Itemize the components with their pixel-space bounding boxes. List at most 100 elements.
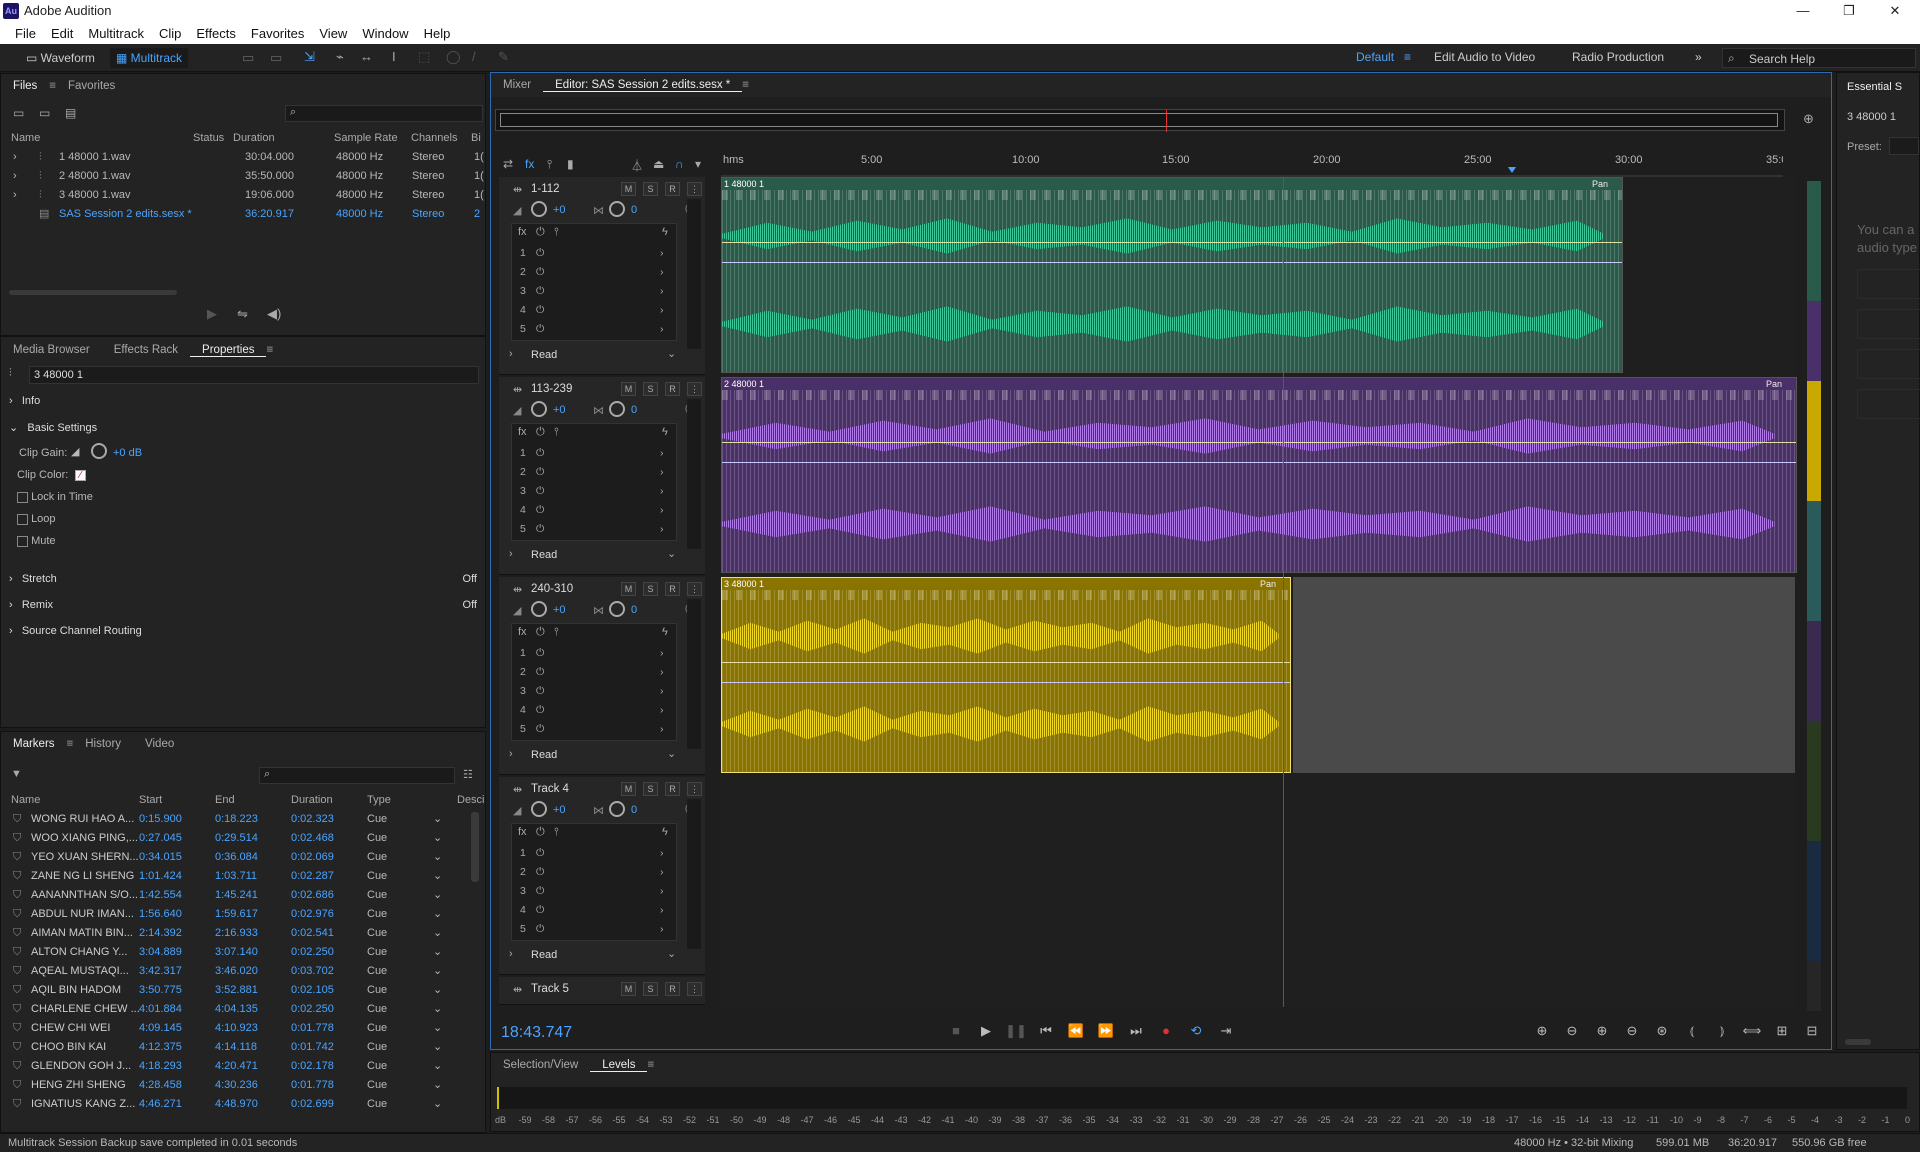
chevron-down-icon[interactable]: ⌄: [433, 1000, 442, 1019]
new-file-icon[interactable]: ▤: [65, 106, 76, 120]
healing-icon[interactable]: ✎: [498, 49, 509, 65]
volume-knob[interactable]: [531, 801, 547, 817]
volume-envelope[interactable]: [722, 442, 1796, 443]
tab-media-browser[interactable]: Media Browser: [1, 344, 102, 356]
remix-section[interactable]: › Remix Off: [9, 599, 479, 611]
power-icon[interactable]: ⏻: [536, 301, 544, 320]
chevron-down-icon[interactable]: ⌄: [667, 347, 676, 360]
expand-icon[interactable]: ›: [13, 148, 17, 167]
minimize-button[interactable]: —: [1780, 0, 1826, 22]
track-header[interactable]: ⇹ Track 5 M S R ⋮: [499, 977, 705, 1005]
volume-knob[interactable]: [531, 601, 547, 617]
fx-slot[interactable]: 3 ⏻ ›: [512, 882, 672, 901]
maximize-button[interactable]: ❐: [1826, 0, 1872, 22]
track-header[interactable]: ⇹ 240-310 M S R ⋮◢ +0 ⋈ 0 (••) fx ⏻ ⫯ ϟ …: [499, 577, 705, 775]
solo-button[interactable]: S: [643, 182, 658, 196]
power-icon[interactable]: ⏻: [536, 626, 545, 639]
power-icon[interactable]: ⏻: [536, 501, 544, 520]
solo-button[interactable]: S: [643, 582, 658, 596]
tab-video[interactable]: Video: [133, 738, 186, 750]
marker-type[interactable]: Cue: [367, 962, 387, 981]
fx-slot[interactable]: 4 ⏻ ›: [512, 901, 672, 920]
track-name[interactable]: 240-310: [531, 583, 573, 595]
volume-envelope[interactable]: [722, 242, 1622, 243]
track-drag-icon[interactable]: ⇹: [513, 783, 522, 796]
power-icon[interactable]: ⏻: [536, 901, 544, 920]
eq-icon[interactable]: ▮: [567, 157, 574, 171]
pan-value[interactable]: 0: [631, 204, 637, 216]
expand-icon[interactable]: ›: [660, 682, 664, 701]
menu-effects[interactable]: Effects: [189, 26, 244, 41]
col-duration[interactable]: Duration: [233, 132, 275, 144]
track-drag-icon[interactable]: ⇹: [513, 983, 522, 996]
pan-envelope[interactable]: [722, 262, 1622, 263]
track-drag-icon[interactable]: ⇹: [513, 583, 522, 596]
tab-levels[interactable]: Levels: [590, 1059, 648, 1072]
marker-type[interactable]: Cue: [367, 886, 387, 905]
audio-clip[interactable]: 1 48000 1 Pan: [721, 177, 1623, 373]
go-to-start-icon[interactable]: ⏮: [1031, 1023, 1061, 1039]
power-icon[interactable]: ⏻: [536, 826, 545, 839]
lightning-icon[interactable]: ϟ: [662, 226, 668, 238]
marker-row[interactable]: ⛉ AIMAN MATIN BIN... 2:14.392 2:16.933 0:02.…: [1, 924, 471, 943]
essential-sound-title[interactable]: Essential S: [1847, 81, 1902, 93]
brush-icon[interactable]: /: [472, 49, 476, 64]
monitor-input-button[interactable]: ⋮: [687, 182, 702, 196]
tab-mixer[interactable]: Mixer: [491, 79, 543, 91]
tab-editor[interactable]: Editor: SAS Session 2 edits.sesx *: [543, 79, 743, 92]
workspace-default[interactable]: Default: [1356, 50, 1394, 64]
fx-slot[interactable]: 4 ⏻ ›: [512, 701, 672, 720]
zoom-selection-icon[interactable]: ⊛: [1647, 1023, 1677, 1039]
mute-button[interactable]: M: [621, 982, 636, 996]
zoom-out-amplitude-icon[interactable]: ⊖: [1557, 1023, 1587, 1039]
lightning-icon[interactable]: ϟ: [662, 826, 668, 838]
pan-knob[interactable]: [609, 601, 625, 617]
fx-icon[interactable]: fx: [518, 626, 527, 638]
fx-slot[interactable]: 2 ⏻ ›: [512, 863, 672, 882]
current-time[interactable]: 18:43.747: [501, 1024, 572, 1042]
files-search-input[interactable]: ⌕: [285, 105, 483, 122]
source-channel-routing-section[interactable]: › Source Channel Routing: [9, 625, 142, 637]
power-icon[interactable]: ⏻: [536, 482, 544, 501]
zoom-full-icon[interactable]: ⟺: [1737, 1023, 1767, 1039]
workspace-edit-audio-video[interactable]: Edit Audio to Video: [1434, 50, 1535, 64]
record-arm-button[interactable]: R: [665, 782, 680, 796]
marker-row[interactable]: ⛉ GLENDON GOH J... 4:18.293 4:20.471 0:02.17…: [1, 1057, 471, 1076]
spectral-icon[interactable]: ▭: [242, 50, 254, 66]
col-type[interactable]: Type: [367, 794, 391, 806]
power-icon[interactable]: ⏻: [536, 720, 544, 739]
expand-icon[interactable]: ›: [660, 882, 664, 901]
close-button[interactable]: ✕: [1872, 0, 1918, 22]
fx-slot[interactable]: 1 ⏻ ›: [512, 644, 672, 663]
marker-type[interactable]: Cue: [367, 1076, 387, 1095]
chevron-down-icon[interactable]: ⌄: [667, 547, 676, 560]
stretch-section[interactable]: › Stretch Off: [9, 573, 479, 585]
panel-menu-icon[interactable]: ≡: [266, 344, 273, 356]
expand-icon[interactable]: ›: [660, 244, 664, 263]
menu-favorites[interactable]: Favorites: [244, 26, 312, 41]
power-icon[interactable]: ⏻: [536, 320, 544, 339]
tab-history[interactable]: History: [73, 738, 133, 750]
marker-row[interactable]: ⛉ ALTON CHANG Y... 3:04.889 3:07.140 0:02.25…: [1, 943, 471, 962]
play-icon[interactable]: ▶: [971, 1023, 1001, 1039]
fx-slot[interactable]: 4 ⏻ ›: [512, 301, 672, 320]
multitrack-view-button[interactable]: ▦ Multitrack: [110, 48, 189, 68]
panel-menu-icon[interactable]: ≡: [647, 1059, 654, 1071]
clip-gain-value[interactable]: +0 dB: [113, 447, 142, 459]
move-tool-icon[interactable]: ⇲: [304, 49, 315, 65]
track-name[interactable]: Track 4: [531, 783, 569, 795]
time-selection-area[interactable]: [1293, 577, 1795, 773]
fx-slot[interactable]: 5 ⏻ ›: [512, 720, 672, 739]
rewind-icon[interactable]: ⏪: [1061, 1023, 1091, 1039]
workspace-menu-icon[interactable]: ≡: [1404, 50, 1411, 64]
waveform-view-button[interactable]: ▭ Waveform: [20, 48, 101, 68]
fx-icon[interactable]: fx: [518, 226, 527, 238]
fx-slot[interactable]: 1 ⏻ ›: [512, 244, 672, 263]
tab-effects-rack[interactable]: Effects Rack: [102, 344, 190, 356]
col-end[interactable]: End: [215, 794, 235, 806]
horizontal-scrollbar[interactable]: [9, 290, 177, 295]
monitor-input-button[interactable]: ⋮: [687, 782, 702, 796]
mute-button[interactable]: M: [621, 382, 636, 396]
expand-icon[interactable]: ›: [660, 901, 664, 920]
add-marker-icon[interactable]: ▼: [11, 768, 22, 780]
